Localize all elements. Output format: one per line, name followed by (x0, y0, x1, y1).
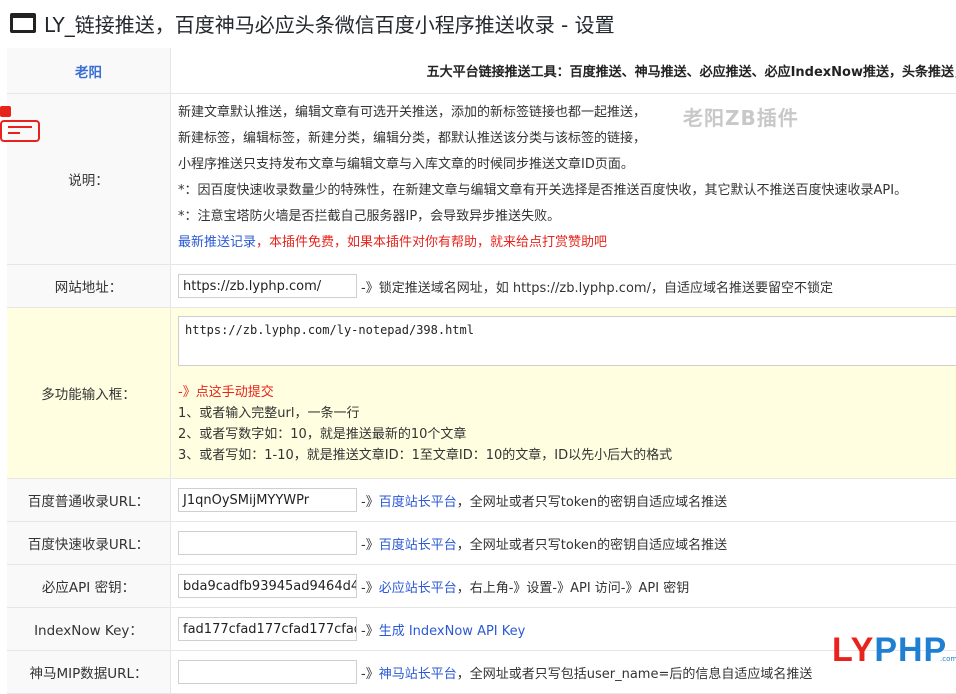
bing-row: 必应API 密钥： bda9cadfb93945ad9464d42 -》必应站长平… (7, 565, 956, 608)
baidu-normal-row: 百度普通收录URL： J1qnOySMijMYYWPr -》百度站长平台，全网址或… (7, 479, 956, 522)
shenma-url-input[interactable] (178, 660, 357, 684)
baidu-normal-label: 百度普通收录URL： (7, 479, 171, 522)
baidu-fast-cell: -》百度站长平台，全网址或者只写token的密钥自适应域名推送 (171, 522, 956, 565)
site-row: 网站地址： https://zb.lyphp.com/ -》锁定推送域名网址，如 … (7, 265, 956, 308)
note-line-4: *：因百度快速收录数量少的特殊性，在新建文章与编辑文章有开关选择是否推送百度快收… (178, 178, 956, 204)
logo-php: PHP (874, 631, 947, 669)
lyphp-logo: LYPHP (832, 632, 956, 668)
header-row: 老阳 五大平台链接推送工具：百度推送、神马推送、必应推送、必应IndexNow推… (7, 48, 956, 94)
page-title: LY_链接推送，百度神马必应头条微信百度小程序推送收录 - 设置 (44, 9, 615, 38)
shenma-label: 神马MIP数据URL： (7, 651, 171, 694)
author-link[interactable]: 老阳 (75, 65, 102, 81)
baidu-fast-input[interactable] (178, 531, 357, 555)
baidu-platform-link[interactable]: 百度站长平台 (379, 495, 457, 510)
indexnow-hint: -》生成 IndexNow API Key (361, 624, 525, 639)
multi-help: -》点这手动提交 1、或者输入完整url，一条一行 2、或者写数字如：10，就是… (178, 382, 956, 466)
baidu-normal-hint: -》百度站长平台，全网址或者只写token的密钥自适应域名推送 (361, 495, 727, 510)
bing-hint: -》必应站长平台，右上角-》设置-》API 访问-》API 密钥 (361, 581, 689, 596)
settings-table: 老阳 五大平台链接推送工具：百度推送、神马推送、必应推送、必应IndexNow推… (7, 48, 956, 694)
multi-label: 多功能输入框： (7, 308, 171, 479)
note-line-5: *：注意宝塔防火墙是否拦截自己服务器IP，会导致异步推送失败。 (178, 204, 956, 230)
baidu-normal-input[interactable]: J1qnOySMijMYYWPr (178, 488, 357, 512)
baidu-normal-hint-text: ，全网址或者只写token的密钥自适应域名推送 (457, 495, 727, 510)
baidu-fast-hint: -》百度站长平台，全网址或者只写token的密钥自适应域名推送 (361, 538, 727, 553)
plugin-watermark: 老阳ZB插件 (683, 102, 799, 131)
site-label: 网站地址： (7, 265, 171, 308)
multi-help-line-1: 1、或者输入完整url，一条一行 (178, 403, 956, 424)
multi-value-cell: https://zb.lyphp.com/ly-notepad/398.html… (171, 308, 956, 479)
arrow: -》 (361, 624, 379, 639)
indexnow-key-input[interactable]: fad177cfad177cfad177cfad (178, 617, 357, 641)
tools-summary: 五大平台链接推送工具：百度推送、神马推送、必应推送、必应IndexNow推送，头… (171, 48, 956, 94)
push-records-link[interactable]: 最新推送记录 (178, 235, 256, 250)
bing-hint-text: ，右上角-》设置-》API 访问-》API 密钥 (457, 581, 689, 596)
note-card-icon (0, 106, 42, 146)
note-line-3: 小程序推送只支持发布文章与编辑文章与入库文章的时候同步推送文章ID页面。 (178, 152, 956, 178)
site-hint: -》锁定推送域名网址，如 https://zb.lyphp.com/，自适应域名… (361, 281, 833, 296)
indexnow-row: IndexNow Key： fad177cfad177cfad177cfad -》… (7, 608, 956, 651)
baidu-fast-hint-text: ，全网址或者只写token的密钥自适应域名推送 (457, 538, 727, 553)
bing-platform-link[interactable]: 必应站长平台 (379, 581, 457, 596)
site-value-cell: https://zb.lyphp.com/ -》锁定推送域名网址，如 https:… (171, 265, 956, 308)
bing-label: 必应API 密钥： (7, 565, 171, 608)
note-line-2: 新建标签，编辑标签，新建分类，编辑分类，都默认推送该分类与该标签的链接， (178, 126, 956, 152)
notes-row: 说明： 新建文章默认推送，编辑文章有可选开关推送，添加的新标签链接也都一起推送，… (7, 94, 956, 265)
arrow: -》 (361, 538, 379, 553)
page-header: LY_链接推送，百度神马必应头条微信百度小程序推送收录 - 设置 (0, 0, 956, 46)
indexnow-label: IndexNow Key： (7, 608, 171, 651)
notes-content: 新建文章默认推送，编辑文章有可选开关推送，添加的新标签链接也都一起推送， 新建标… (171, 94, 956, 265)
generate-indexnow-key-link[interactable]: 生成 IndexNow API Key (379, 624, 526, 639)
baidu-platform-link-2[interactable]: 百度站长平台 (379, 538, 457, 553)
note-line-6: 最新推送记录，本插件免费，如果本插件对你有帮助，就来给点打赏赞助吧 (178, 230, 956, 256)
multi-row: 多功能输入框： https://zb.lyphp.com/ly-notepad/… (7, 308, 956, 479)
author-cell: 老阳 (7, 48, 171, 94)
baidu-normal-cell: J1qnOySMijMYYWPr -》百度站长平台，全网址或者只写token的密钥… (171, 479, 956, 522)
baidu-fast-label: 百度快速收录URL： (7, 522, 171, 565)
logo-suffix: .com (940, 655, 956, 663)
shenma-row: 神马MIP数据URL： -》神马站长平台，全网址或者只写包括user_name=… (7, 651, 956, 694)
arrow: -》 (361, 581, 379, 596)
baidu-fast-row: 百度快速收录URL： -》百度站长平台，全网址或者只写token的密钥自适应域名… (7, 522, 956, 565)
manual-submit-link[interactable]: -》点这手动提交 (178, 382, 956, 403)
multi-help-line-2: 2、或者写数字如：10，就是推送最新的10个文章 (178, 424, 956, 445)
note-line-1: 新建文章默认推送，编辑文章有可选开关推送，添加的新标签链接也都一起推送， (178, 100, 956, 126)
donate-link[interactable]: ，本插件免费，如果本插件对你有帮助，就来给点打赏赞助吧 (256, 235, 607, 250)
logo-ly: LY (832, 631, 874, 669)
site-url-input[interactable]: https://zb.lyphp.com/ (178, 274, 357, 298)
bing-cell: bda9cadfb93945ad9464d42 -》必应站长平台，右上角-》设置-… (171, 565, 956, 608)
bing-key-input[interactable]: bda9cadfb93945ad9464d42 (178, 574, 357, 598)
arrow: -》 (361, 495, 379, 510)
multi-help-line-3: 3、或者写如：1-10，就是推送文章ID：1至文章ID：10的文章，ID以先小后… (178, 445, 956, 466)
window-icon (10, 13, 36, 33)
multi-input[interactable]: https://zb.lyphp.com/ly-notepad/398.html (178, 316, 956, 366)
